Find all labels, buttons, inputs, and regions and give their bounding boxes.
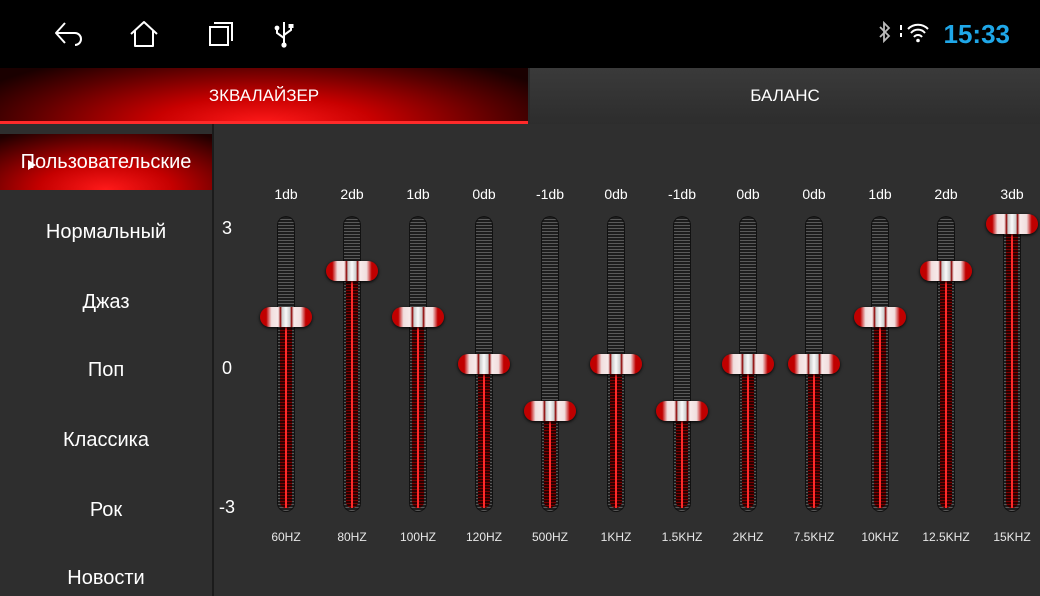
band-60hz: 1db 60HZ (254, 124, 318, 596)
scale-min: -3 (219, 497, 236, 517)
band-frequency-label: 1.5KHZ (661, 530, 703, 544)
slider-knob[interactable] (326, 260, 378, 281)
slider-track[interactable] (673, 216, 691, 512)
preset-label: Поп (87, 358, 125, 381)
status-right: 15:33 (878, 14, 1011, 54)
band-value: 0db (472, 186, 496, 202)
band-value: 0db (604, 186, 628, 202)
slider-knob[interactable] (854, 307, 906, 328)
band-2khz: 0db 2KHZ (716, 124, 780, 596)
slider-track[interactable] (871, 216, 889, 512)
wifi-icon (898, 21, 930, 48)
slider-track[interactable] (277, 216, 295, 512)
recent-apps-icon[interactable] (200, 14, 240, 54)
band-1-5khz: -1db 1.5KHZ (650, 124, 714, 596)
preset-custom[interactable]: Пользовательские (0, 134, 212, 190)
band-frequency-label: 12.5KHZ (922, 530, 970, 544)
home-icon[interactable] (124, 14, 164, 54)
band-120hz: 0db 120HZ (452, 124, 516, 596)
preset-rock[interactable]: Рок (0, 482, 212, 538)
band-value: 2db (340, 186, 364, 202)
back-icon[interactable] (48, 14, 88, 54)
preset-normal[interactable]: Нормальный (0, 204, 212, 260)
slider-knob[interactable] (590, 354, 642, 374)
slider-knob[interactable] (260, 307, 312, 328)
band-value: -1db (535, 186, 565, 202)
preset-label: Рок (89, 498, 123, 521)
preset-label: Пользовательские (20, 150, 192, 173)
slider-track[interactable] (409, 216, 427, 512)
band-80hz: 2db 80HZ (320, 124, 384, 596)
slider-track[interactable] (1003, 216, 1021, 512)
slider-fill (346, 274, 358, 509)
band-12-5khz: 2db 12.5KHZ (914, 124, 978, 596)
band-frequency-label: 100HZ (399, 530, 437, 544)
slider-fill (478, 368, 490, 508)
slider-knob[interactable] (986, 214, 1038, 234)
slider-fill (676, 414, 688, 509)
slider-knob[interactable] (920, 260, 972, 281)
selected-arrow-icon (28, 160, 36, 170)
slider-knob[interactable] (458, 354, 510, 374)
status-bar: 15:33 (0, 0, 1040, 68)
bluetooth-icon (878, 20, 892, 48)
preset-list: Пользовательские Нормальный Джаз Поп Кла… (0, 124, 214, 596)
band-value: 3db (1000, 186, 1024, 202)
band-1khz: 0db 1KHZ (584, 124, 648, 596)
band-value: -1db (667, 186, 697, 202)
band-frequency-label: 2KHZ (732, 530, 764, 544)
clock: 15:33 (943, 18, 1011, 49)
band-15khz: 3db 15KHZ (980, 124, 1040, 596)
band-value: 1db (406, 186, 430, 202)
scale-mid: 0 (222, 358, 233, 378)
slider-knob[interactable] (788, 354, 840, 374)
slider-knob[interactable] (722, 354, 774, 374)
band-100hz: 1db 100HZ (386, 124, 450, 596)
tab-equalizer[interactable]: ЗКВАЛАЙЗЕР (0, 68, 528, 124)
slider-fill (412, 321, 424, 508)
usb-icon (264, 14, 304, 54)
band-frequency-label: 7.5KHZ (793, 530, 835, 544)
band-frequency-label: 60HZ (271, 530, 301, 544)
preset-classic[interactable]: Классика (0, 412, 212, 468)
band-frequency-label: 80HZ (337, 530, 367, 544)
slider-fill (874, 321, 886, 508)
tab-balance[interactable]: БАЛАНС (530, 68, 1040, 124)
slider-fill (544, 414, 556, 509)
preset-jazz[interactable]: Джаз (0, 274, 212, 330)
band-frequency-label: 15KHZ (993, 530, 1031, 544)
equalizer-panel: 3 0 -3 1db 60HZ 2db 80HZ 1db 100HZ 0db 120HZ -1d… (214, 124, 1040, 596)
slider-fill (742, 368, 754, 508)
tab-bar: ЗКВАЛАЙЗЕР БАЛАНС (0, 68, 1040, 124)
band-frequency-label: 1KHZ (600, 530, 632, 544)
band-value: 1db (274, 186, 298, 202)
slider-fill (610, 368, 622, 508)
band-frequency-label: 500HZ (531, 530, 569, 544)
preset-pop[interactable]: Поп (0, 342, 212, 398)
slider-fill (808, 368, 820, 508)
preset-label: Нормальный (45, 220, 167, 243)
scale-max: 3 (222, 218, 233, 238)
slider-fill (280, 321, 292, 508)
preset-label: Классика (63, 428, 149, 451)
preset-label: Джаз (82, 290, 130, 313)
band-value: 0db (736, 186, 760, 202)
slider-fill (940, 274, 952, 509)
slider-track[interactable] (541, 216, 559, 512)
band-value: 0db (802, 186, 826, 202)
slider-knob[interactable] (392, 307, 444, 328)
band-value: 2db (934, 186, 958, 202)
band-500hz: -1db 500HZ (518, 124, 582, 596)
band-10khz: 1db 10KHZ (848, 124, 912, 596)
slider-knob[interactable] (656, 400, 708, 421)
slider-knob[interactable] (524, 400, 576, 421)
slider-fill (1006, 228, 1018, 508)
band-7-5khz: 0db 7.5KHZ (782, 124, 846, 596)
band-frequency-label: 120HZ (465, 530, 503, 544)
band-value: 1db (868, 186, 892, 202)
band-frequency-label: 10KHZ (861, 530, 899, 544)
preset-label: Новости (67, 566, 145, 589)
preset-news[interactable]: Новости (0, 550, 212, 596)
